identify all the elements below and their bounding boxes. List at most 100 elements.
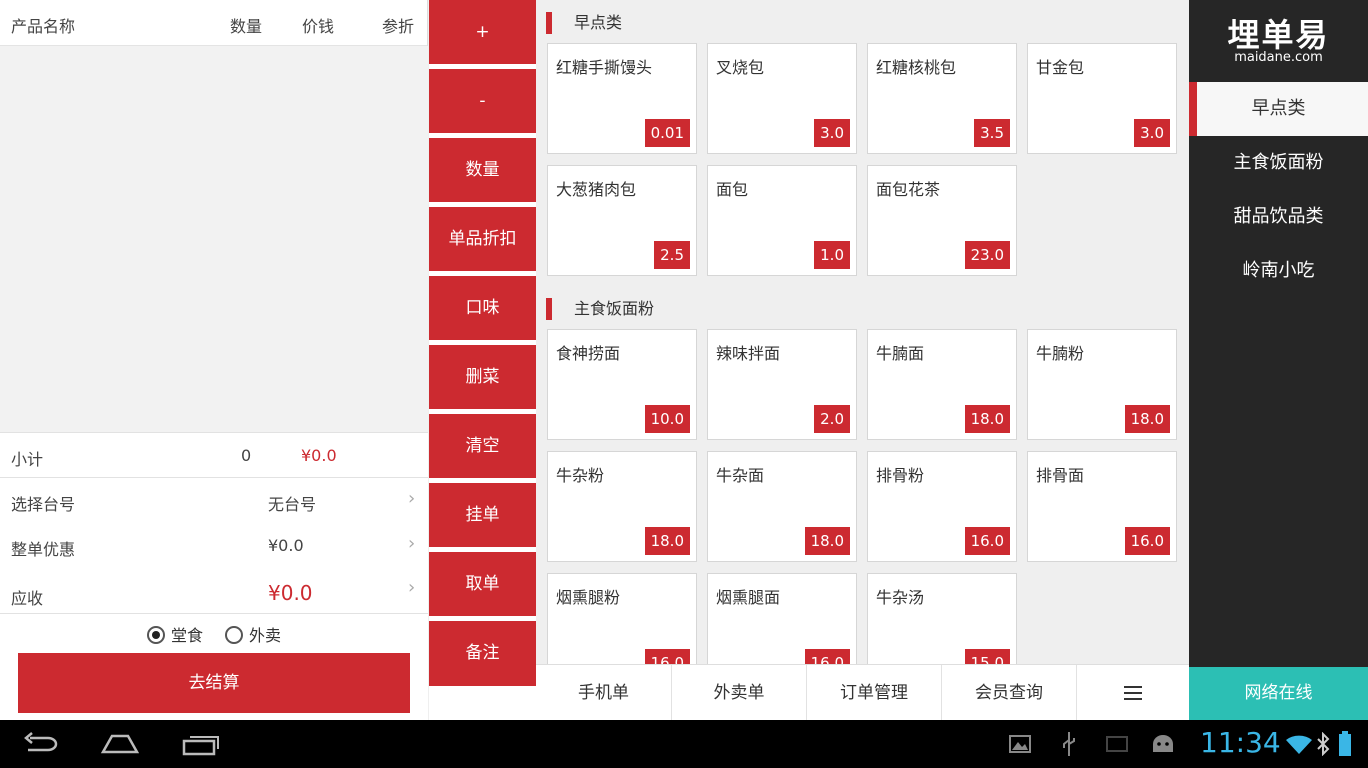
chevron-right-icon: › <box>408 577 416 598</box>
category-title-breakfast: 早点类 <box>546 10 622 36</box>
product-name: 牛杂汤 <box>876 588 925 607</box>
delete-item-button[interactable]: 删菜 <box>429 345 536 409</box>
back-icon[interactable] <box>22 732 58 756</box>
product-card[interactable]: 甘金包 3.0 <box>1027 43 1177 154</box>
product-name: 红糖核桃包 <box>876 58 957 77</box>
column-quantity: 数量 <box>230 17 263 36</box>
sidebar-item-lingnan-snacks[interactable]: 岭南小吃 <box>1189 244 1368 298</box>
checkout-button[interactable]: 去结算 <box>18 653 410 713</box>
add-quantity-button[interactable]: + <box>429 0 536 64</box>
network-status: 网络在线 <box>1189 667 1368 720</box>
product-card[interactable]: 面包 1.0 <box>707 165 857 276</box>
tab-takeout-orders[interactable]: 外卖单 <box>671 665 806 721</box>
product-price: 16.0 <box>964 527 1010 555</box>
whole-discount-row[interactable]: 整单优惠 ¥0.0 › <box>0 524 428 568</box>
checkout-area: 去结算 <box>0 649 428 720</box>
product-card[interactable]: 辣味拌面 2.0 <box>707 329 857 440</box>
product-card[interactable]: 食神捞面 10.0 <box>547 329 697 440</box>
product-price: 18.0 <box>804 527 850 555</box>
chevron-right-icon: › <box>408 533 416 554</box>
category-sidebar: 埋单易 maidane.com 早点类 主食饭面粉 甜品饮品类 岭南小吃 网络在… <box>1189 0 1368 720</box>
item-discount-button[interactable]: 单品折扣 <box>429 207 536 271</box>
retrieve-order-button[interactable]: 取单 <box>429 552 536 616</box>
android-debug-icon <box>1153 735 1173 752</box>
product-price: 3.0 <box>1134 119 1170 147</box>
product-name: 烟熏腿面 <box>716 588 781 607</box>
takeout-radio[interactable]: 外卖 <box>225 622 281 646</box>
clear-button[interactable]: 清空 <box>429 414 536 478</box>
product-price: 16.0 <box>644 649 690 664</box>
product-name: 甘金包 <box>1036 58 1085 77</box>
product-price: 10.0 <box>644 405 690 433</box>
receivable-label: 应收 <box>11 589 44 608</box>
radio-checked-icon <box>147 626 165 644</box>
tab-order-management[interactable]: 订单管理 <box>806 665 941 721</box>
dine-in-label: 堂食 <box>171 626 204 645</box>
subtotal-row: 小计 0 ¥0.0 <box>0 432 428 478</box>
home-icon[interactable] <box>100 732 140 756</box>
category-title-staple: 主食饭面粉 <box>546 296 654 322</box>
whole-discount-label: 整单优惠 <box>11 540 76 559</box>
product-card[interactable]: 牛杂汤 15.0 <box>867 573 1017 664</box>
battery-icon <box>1339 731 1351 756</box>
product-name: 辣味拌面 <box>716 344 781 363</box>
subtotal-label: 小计 <box>11 450 44 469</box>
subtotal-amount: ¥0.0 <box>301 446 337 465</box>
brand-logo: 埋单易 maidane.com <box>1189 0 1368 82</box>
dine-option-group: 堂食 外卖 <box>0 613 428 649</box>
sidebar-item-desserts-drinks[interactable]: 甜品饮品类 <box>1189 190 1368 244</box>
product-name: 牛杂粉 <box>556 466 605 485</box>
product-card[interactable]: 牛杂粉 18.0 <box>547 451 697 562</box>
column-discount: 参折 <box>382 17 415 36</box>
hold-order-button[interactable]: 挂单 <box>429 483 536 547</box>
subtotal-qty: 0 <box>241 446 252 465</box>
takeout-label: 外卖 <box>249 626 282 645</box>
product-price: 23.0 <box>964 241 1010 269</box>
product-price: 3.5 <box>974 119 1010 147</box>
receivable-row[interactable]: 应收 ¥0.0 › <box>0 568 428 613</box>
product-grid[interactable]: 早点类 红糖手撕馒头 0.01 叉烧包 3.0 红糖核桃包 3.5 甘金包 3.0 大葱… <box>536 0 1189 664</box>
product-name: 大葱猪肉包 <box>556 180 637 199</box>
reduce-quantity-button[interactable]: - <box>429 69 536 133</box>
bottom-tab-bar: 手机单 外卖单 订单管理 会员查询 <box>536 664 1189 721</box>
sidebar-item-staple[interactable]: 主食饭面粉 <box>1189 136 1368 190</box>
product-price: 2.0 <box>814 405 850 433</box>
product-price: 3.0 <box>814 119 850 147</box>
product-name: 红糖手撕馒头 <box>556 58 653 77</box>
product-price: 16.0 <box>1124 527 1170 555</box>
note-button[interactable]: 备注 <box>429 621 536 686</box>
tab-mobile-orders[interactable]: 手机单 <box>536 665 671 721</box>
product-name: 牛杂面 <box>716 466 765 485</box>
recents-icon[interactable] <box>182 734 220 756</box>
select-table-row[interactable]: 选择台号 无台号 › <box>0 478 428 524</box>
product-card[interactable]: 排骨面 16.0 <box>1027 451 1177 562</box>
product-card[interactable]: 牛腩粉 18.0 <box>1027 329 1177 440</box>
tab-member-query[interactable]: 会员查询 <box>941 665 1076 721</box>
more-menu-button[interactable] <box>1076 665 1189 721</box>
product-price: 16.0 <box>804 649 850 664</box>
product-card[interactable]: 牛腩面 18.0 <box>867 329 1017 440</box>
product-card[interactable]: 大葱猪肉包 2.5 <box>547 165 697 276</box>
column-price: 价钱 <box>302 17 335 36</box>
flavor-button[interactable]: 口味 <box>429 276 536 340</box>
product-card[interactable]: 面包花茶 23.0 <box>867 165 1017 276</box>
product-card[interactable]: 红糖手撕馒头 0.01 <box>547 43 697 154</box>
product-card[interactable]: 叉烧包 3.0 <box>707 43 857 154</box>
product-card[interactable]: 牛杂面 18.0 <box>707 451 857 562</box>
order-items-list[interactable] <box>0 46 428 432</box>
whole-discount-value: ¥0.0 <box>268 536 304 555</box>
product-name: 牛腩粉 <box>1036 344 1085 363</box>
radio-unchecked-icon <box>225 626 243 644</box>
quantity-button[interactable]: 数量 <box>429 138 536 202</box>
product-card[interactable]: 烟熏腿粉 16.0 <box>547 573 697 664</box>
pos-app: 产品名称 数量 价钱 参折 小计 0 ¥0.0 选择台号 无台号 › 整单优惠 … <box>0 0 1368 721</box>
product-name: 面包 <box>716 180 749 199</box>
product-card[interactable]: 烟熏腿面 16.0 <box>707 573 857 664</box>
product-card[interactable]: 红糖核桃包 3.5 <box>867 43 1017 154</box>
product-card[interactable]: 排骨粉 16.0 <box>867 451 1017 562</box>
dine-in-radio[interactable]: 堂食 <box>147 622 203 646</box>
menu-icon <box>1124 686 1142 700</box>
screenshot-icon <box>1009 735 1031 753</box>
product-price: 18.0 <box>1124 405 1170 433</box>
sidebar-item-breakfast[interactable]: 早点类 <box>1189 82 1368 136</box>
